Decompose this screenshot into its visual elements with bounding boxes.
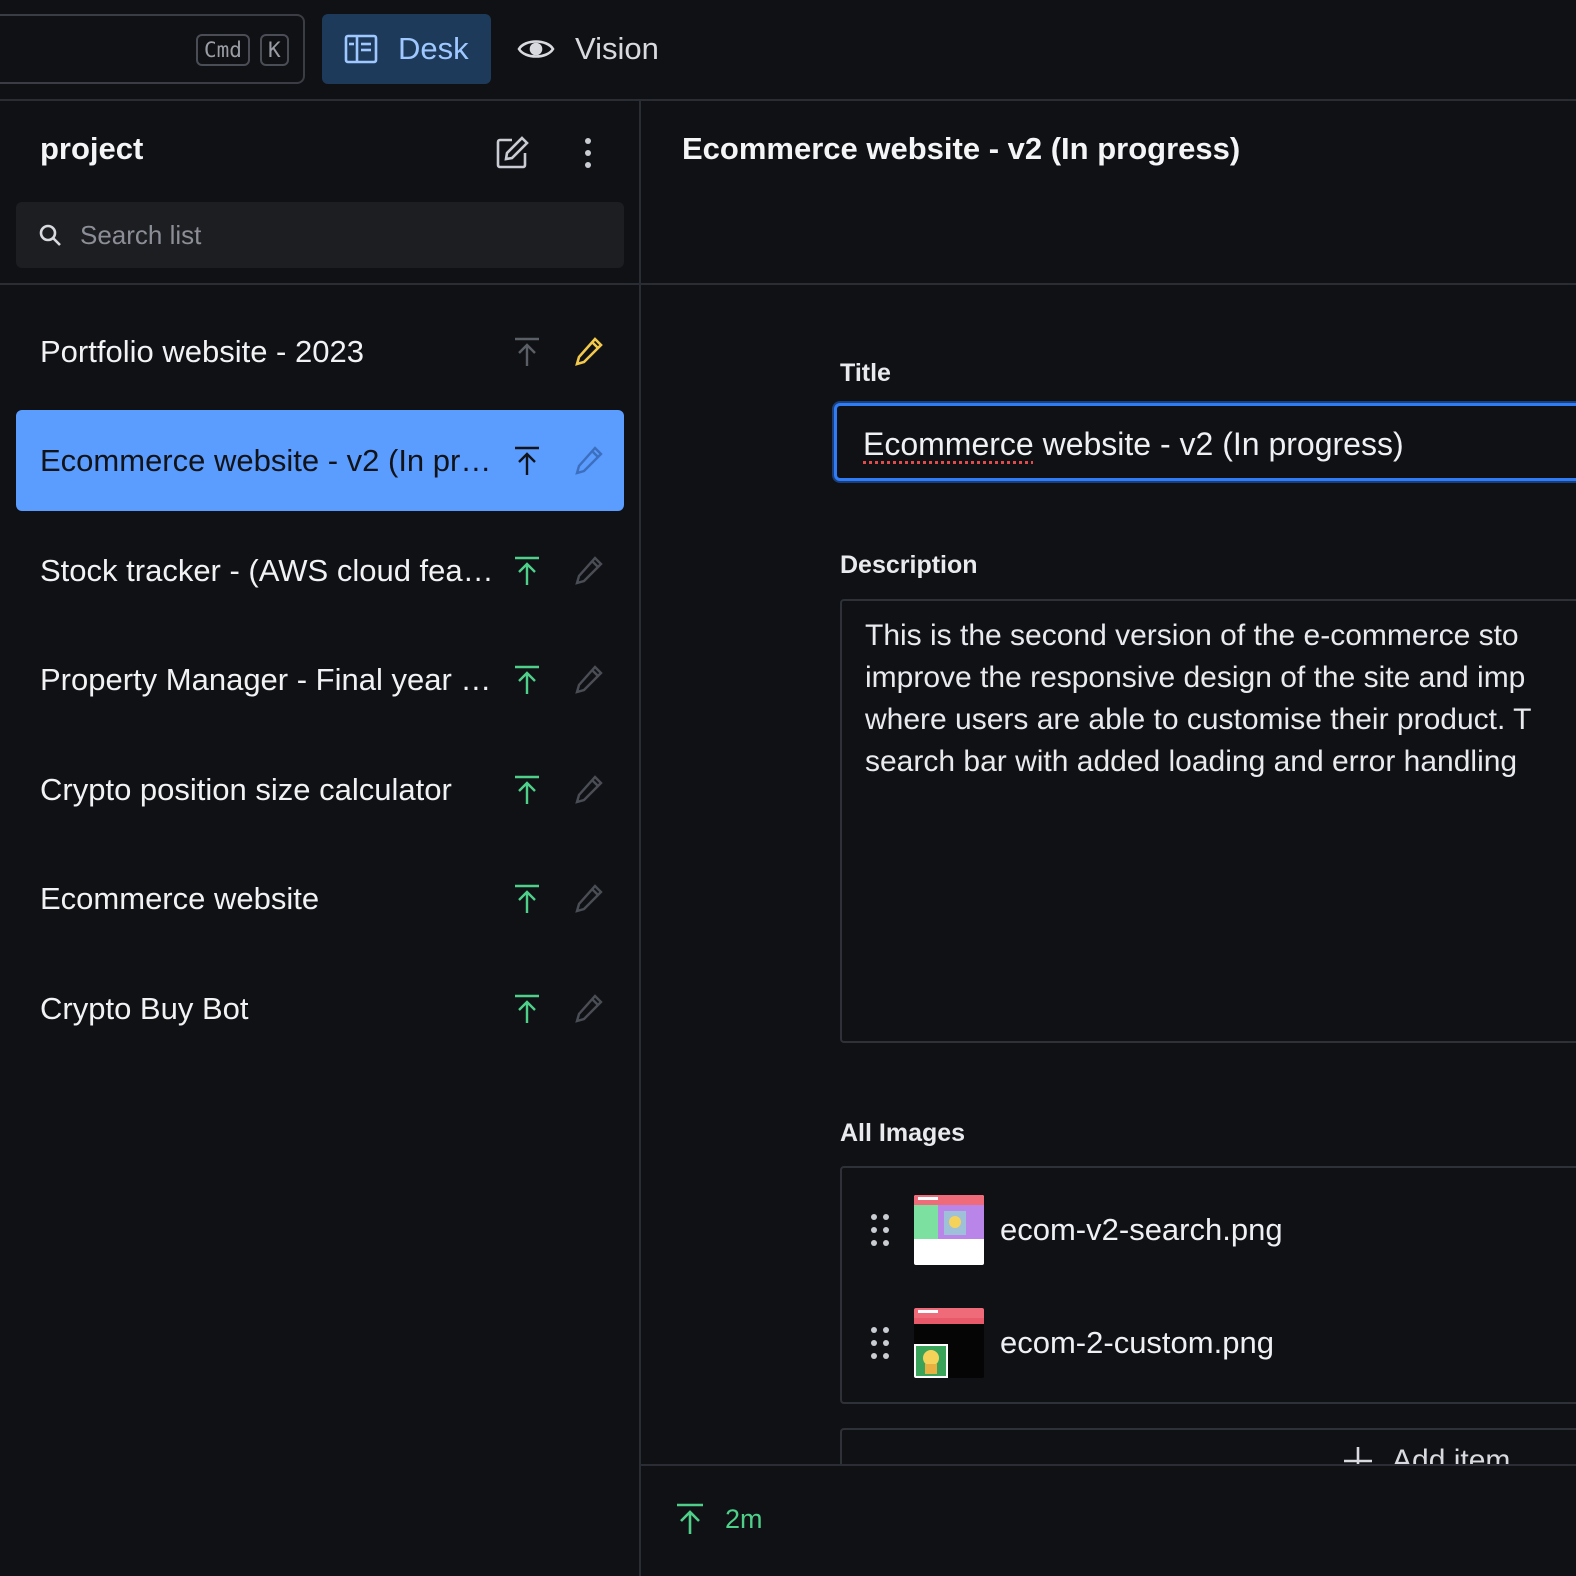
list-item[interactable]: Property Manager - Final year project [16,629,624,730]
sidebar: project Portfol [0,101,641,1576]
shortcut-cmd-key: Cmd [196,34,250,66]
image-filename: ecom-v2-search.png [1000,1212,1283,1247]
tab-desk-label: Desk [398,31,469,66]
list-item-label: Stock tracker - (AWS cloud features) [40,552,500,588]
list-item[interactable]: Crypto position size calculator [16,739,624,840]
list-item-selected[interactable]: Ecommerce website - v2 (In progress) [16,410,624,511]
edit-icon [575,994,603,1023]
description-line: This is the second version of the e-comm… [865,619,1519,652]
publish-icon [515,665,539,694]
tab-vision[interactable]: Vision [495,14,681,84]
create-document-button[interactable] [490,131,534,175]
list-item-label: Portfolio website - 2023 [40,333,364,369]
publish-icon [515,775,539,804]
edit-icon [575,775,603,804]
list-item[interactable]: Stock tracker - (AWS cloud features) [16,520,624,621]
list-search[interactable] [16,202,624,268]
image-thumbnail [914,1308,984,1378]
eye-icon [517,40,555,58]
more-vertical-icon [585,138,591,168]
list-item[interactable]: Portfolio website - 2023 [16,301,624,402]
sidebar-header: project [0,101,639,285]
list-item-label: Property Manager - Final year project [40,661,500,697]
published-status-icon[interactable] [675,1502,705,1536]
drag-handle-icon[interactable] [868,1212,892,1248]
desk-icon [344,34,378,64]
publish-icon [515,884,539,913]
search-icon [39,224,61,246]
edit-icon [575,337,603,366]
list-item-label: Ecommerce website - v2 (In progress) [40,442,500,478]
spellcheck-word: Ecommerce [863,426,1034,462]
description-line: where users are able to customise their … [865,703,1532,736]
last-published-time: 2m [725,1504,763,1534]
edit-icon [575,884,603,913]
images-field-label: All Images [840,1119,966,1147]
document-title: Ecommerce website - v2 (In progress) [682,131,1241,166]
drag-handle-icon[interactable] [868,1325,892,1361]
more-options-button[interactable] [574,131,602,175]
document-pane: Ecommerce website - v2 (In progress) Tit… [641,101,1576,1576]
publish-icon [515,994,539,1023]
list-item[interactable]: Crypto Buy Bot [16,958,624,1059]
search-list-input[interactable] [80,219,560,251]
title-field-label: Title [840,359,891,387]
list-item-label: Crypto Buy Bot [40,990,249,1026]
global-search[interactable]: Cmd K [0,14,305,84]
list-item-label: Crypto position size calculator [40,771,452,807]
images-array: ecom-v2-search.png ecom-2-custom.png [840,1166,1576,1404]
shortcut-k-key: K [260,34,289,66]
top-bar: Cmd K Desk Vision [0,0,1576,101]
document-status-bar: 2m [641,1464,1576,1576]
tab-desk[interactable]: Desk [322,14,491,84]
image-item[interactable]: ecom-v2-search.png [842,1180,1576,1280]
publish-icon [515,556,539,585]
compose-icon [496,136,529,169]
description-field-label: Description [840,551,978,579]
image-filename: ecom-2-custom.png [1000,1325,1274,1360]
description-line: improve the responsive design of the sit… [865,661,1526,694]
list-item-label: Ecommerce website [40,880,320,916]
edit-icon [575,556,603,585]
title-input-value: Ecommerce website - v2 (In progress) [863,426,1404,463]
image-item[interactable]: ecom-2-custom.png [842,1293,1576,1393]
title-value-rest: website - v2 (In progress) [1033,426,1404,462]
sidebar-title: project [40,131,144,166]
app-root: Cmd K Desk Vision project Search list Po… [0,0,1576,1576]
list-item[interactable]: Ecommerce website [16,848,624,949]
description-text: This is the second version of the e-comm… [865,615,1576,783]
publish-icon [515,446,539,475]
title-input[interactable]: Ecommerce website - v2 (In progress) [834,403,1576,481]
tab-vision-label: Vision [575,31,659,66]
description-line: search bar with added loading and error … [865,745,1518,778]
description-textarea[interactable]: This is the second version of the e-comm… [840,599,1576,1043]
edit-icon [575,446,603,475]
image-thumbnail [914,1195,984,1265]
publish-icon [515,337,539,366]
document-header: Ecommerce website - v2 (In progress) [641,101,1576,285]
edit-icon [575,665,603,694]
